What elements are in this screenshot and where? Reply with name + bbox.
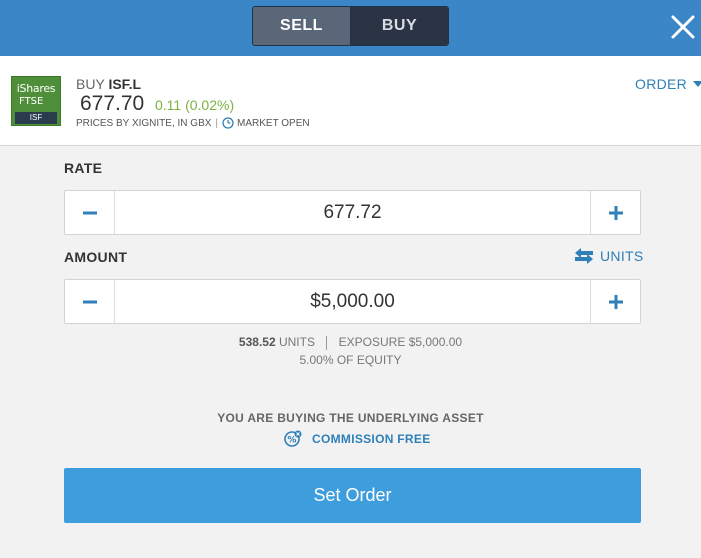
commission-icon: % <box>284 430 302 447</box>
clock-icon <box>222 117 234 129</box>
rate-input[interactable]: 677.72 <box>115 191 590 234</box>
buy-tab[interactable]: BUY <box>351 7 448 45</box>
amount-label: AMOUNT <box>64 249 128 265</box>
logo-line2: FTSE <box>19 96 44 107</box>
commission-free-link[interactable]: % COMMISSION FREE <box>284 430 431 448</box>
close-icon <box>671 15 695 39</box>
equity-summary: 5.00% OF EQUITY <box>0 353 701 367</box>
amount-stepper: $5,000.00 <box>64 279 641 324</box>
equity-label: OF EQUITY <box>336 353 402 367</box>
units-label: UNITS <box>278 335 315 349</box>
amount-decrease-button[interactable] <box>65 280 115 323</box>
meta-separator: | <box>215 117 219 129</box>
units-exposure-summary: 538.52 UNITS EXPOSURE $5,000.00 <box>0 335 701 350</box>
svg-text:%: % <box>287 436 296 446</box>
exposure-value: $5,000.00 <box>408 335 463 349</box>
minus-icon <box>82 300 97 303</box>
rate-stepper: 677.72 <box>64 190 641 235</box>
units-toggle-button[interactable]: UNITS <box>574 248 644 264</box>
prices-by-text: PRICES BY XIGNITE, IN GBX <box>76 117 212 129</box>
commission-free-label: COMMISSION FREE <box>312 432 431 446</box>
units-toggle-label: UNITS <box>600 248 644 264</box>
plus-icon <box>608 294 623 309</box>
amount-input[interactable]: $5,000.00 <box>115 280 590 323</box>
rate-decrease-button[interactable] <box>65 191 115 234</box>
exposure-label: EXPOSURE <box>338 335 406 349</box>
close-button[interactable] <box>668 12 698 42</box>
instrument-symbol: ISF.L <box>108 76 142 92</box>
logo-line1: iShares <box>16 82 56 95</box>
rate-increase-button[interactable] <box>590 191 640 234</box>
summary-divider <box>326 335 328 350</box>
equity-value: 5.00% <box>299 353 334 367</box>
chevron-down-icon <box>693 81 701 87</box>
action-label: BUY <box>76 76 105 92</box>
logo-tag: ISF <box>15 112 57 124</box>
amount-increase-button[interactable] <box>590 280 640 323</box>
sell-buy-toggle: SELL BUY <box>252 6 449 46</box>
instrument-logo: iShares FTSE ISF <box>11 76 61 126</box>
header-bar: SELL BUY <box>0 0 701 56</box>
order-type-label: ORDER <box>635 76 688 92</box>
plus-icon <box>608 205 623 220</box>
market-status: MARKET OPEN <box>237 117 310 129</box>
order-type-dropdown[interactable]: ORDER <box>635 76 701 92</box>
rate-label: RATE <box>64 160 103 176</box>
swap-arrows-icon <box>575 248 593 264</box>
minus-icon <box>82 211 97 214</box>
instrument-panel: iShares FTSE ISF BUY ISF.L 677.70 0.11 (… <box>0 56 701 146</box>
price-meta: PRICES BY XIGNITE, IN GBX | MARKET OPEN <box>76 117 310 129</box>
instrument-title: BUY ISF.L <box>76 76 141 92</box>
set-order-button[interactable]: Set Order <box>64 468 641 523</box>
units-value: 538.52 <box>238 335 276 349</box>
sell-tab[interactable]: SELL <box>253 7 351 45</box>
price-change: 0.11 (0.02%) <box>155 97 235 113</box>
instrument-price: 677.70 <box>80 92 145 115</box>
underlying-asset-notice: YOU ARE BUYING THE UNDERLYING ASSET <box>217 411 484 425</box>
